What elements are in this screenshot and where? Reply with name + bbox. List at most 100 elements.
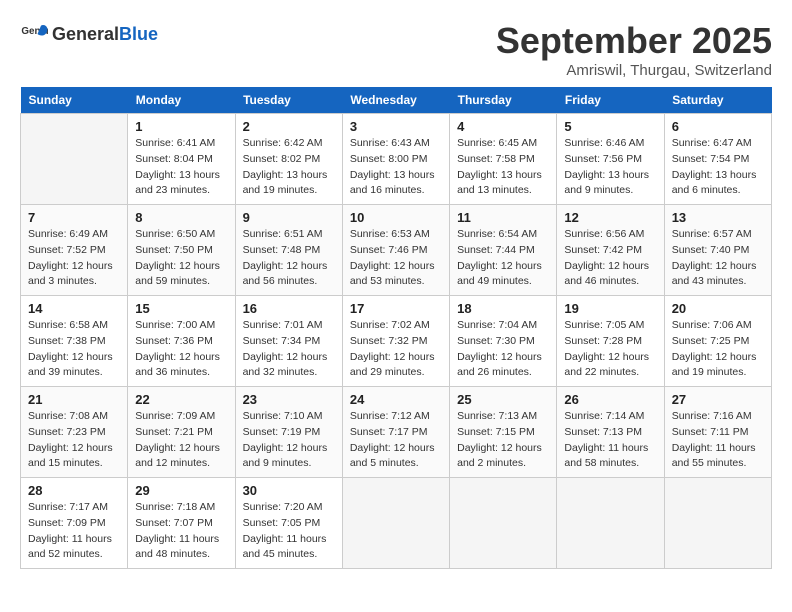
day-number: 6	[672, 119, 764, 134]
calendar-cell: 22 Sunrise: 7:09 AMSunset: 7:21 PMDayligh…	[128, 387, 235, 478]
day-number: 27	[672, 392, 764, 407]
day-info: Sunrise: 6:42 AMSunset: 8:02 PMDaylight:…	[243, 136, 335, 199]
day-number: 11	[457, 210, 549, 225]
calendar-cell: 4 Sunrise: 6:45 AMSunset: 7:58 PMDaylight…	[450, 114, 557, 205]
day-number: 18	[457, 301, 549, 316]
calendar-cell: 26Sunrise: 7:14 AMSunset: 7:13 PMDayligh…	[557, 387, 664, 478]
calendar-cell: 8 Sunrise: 6:50 AMSunset: 7:50 PMDaylight…	[128, 205, 235, 296]
calendar-table: SundayMondayTuesdayWednesdayThursdayFrid…	[20, 87, 772, 569]
calendar-cell: 5 Sunrise: 6:46 AMSunset: 7:56 PMDaylight…	[557, 114, 664, 205]
header-row: SundayMondayTuesdayWednesdayThursdayFrid…	[21, 87, 772, 114]
day-info: Sunrise: 6:46 AMSunset: 7:56 PMDaylight:…	[564, 136, 656, 199]
day-info: Sunrise: 6:56 AMSunset: 7:42 PMDaylight:…	[564, 227, 656, 290]
day-number: 28	[28, 483, 120, 498]
calendar-cell: 17 Sunrise: 7:02 AMSunset: 7:32 PMDayligh…	[342, 296, 449, 387]
calendar-cell: 27 Sunrise: 7:16 AMSunset: 7:11 PMDayligh…	[664, 387, 771, 478]
calendar-cell: 28 Sunrise: 7:17 AMSunset: 7:09 PMDayligh…	[21, 478, 128, 569]
calendar-cell	[664, 478, 771, 569]
day-of-week-tuesday: Tuesday	[235, 87, 342, 114]
day-info: Sunrise: 7:12 AMSunset: 7:17 PMDaylight:…	[350, 409, 442, 472]
calendar-cell: 20 Sunrise: 7:06 AMSunset: 7:25 PMDayligh…	[664, 296, 771, 387]
calendar-cell: 21 Sunrise: 7:08 AMSunset: 7:23 PMDayligh…	[21, 387, 128, 478]
calendar-cell: 12 Sunrise: 6:56 AMSunset: 7:42 PMDayligh…	[557, 205, 664, 296]
day-of-week-saturday: Saturday	[664, 87, 771, 114]
day-number: 3	[350, 119, 442, 134]
day-info: Sunrise: 6:47 AMSunset: 7:54 PMDaylight:…	[672, 136, 764, 199]
day-info: Sunrise: 7:08 AMSunset: 7:23 PMDaylight:…	[28, 409, 120, 472]
day-info: Sunrise: 6:45 AMSunset: 7:58 PMDaylight:…	[457, 136, 549, 199]
day-info: Sunrise: 7:16 AMSunset: 7:11 PMDaylight:…	[672, 409, 764, 472]
day-of-week-friday: Friday	[557, 87, 664, 114]
calendar-cell: 10 Sunrise: 6:53 AMSunset: 7:46 PMDayligh…	[342, 205, 449, 296]
day-number: 10	[350, 210, 442, 225]
day-info: Sunrise: 6:58 AMSunset: 7:38 PMDaylight:…	[28, 318, 120, 381]
calendar-cell: 19Sunrise: 7:05 AMSunset: 7:28 PMDayligh…	[557, 296, 664, 387]
day-number: 1	[135, 119, 227, 134]
day-of-week-sunday: Sunday	[21, 87, 128, 114]
day-info: Sunrise: 6:49 AMSunset: 7:52 PMDaylight:…	[28, 227, 120, 290]
title-section: September 2025 Amriswil, Thurgau, Switze…	[496, 20, 772, 79]
logo: General General Blue	[20, 20, 158, 48]
logo-general: General	[52, 24, 119, 45]
day-number: 23	[243, 392, 335, 407]
calendar-cell: 15 Sunrise: 7:00 AMSunset: 7:36 PMDayligh…	[128, 296, 235, 387]
calendar-cell: 13Sunrise: 6:57 AMSunset: 7:40 PMDayligh…	[664, 205, 771, 296]
week-row-1: 7 Sunrise: 6:49 AMSunset: 7:52 PMDaylight…	[21, 205, 772, 296]
day-number: 9	[243, 210, 335, 225]
day-info: Sunrise: 7:02 AMSunset: 7:32 PMDaylight:…	[350, 318, 442, 381]
day-number: 19	[564, 301, 656, 316]
day-info: Sunrise: 7:00 AMSunset: 7:36 PMDaylight:…	[135, 318, 227, 381]
day-number: 24	[350, 392, 442, 407]
day-info: Sunrise: 7:09 AMSunset: 7:21 PMDaylight:…	[135, 409, 227, 472]
month-year: September 2025	[496, 20, 772, 62]
calendar-cell: 30 Sunrise: 7:20 AMSunset: 7:05 PMDayligh…	[235, 478, 342, 569]
calendar-cell: 1 Sunrise: 6:41 AMSunset: 8:04 PMDaylight…	[128, 114, 235, 205]
calendar-cell: 7 Sunrise: 6:49 AMSunset: 7:52 PMDaylight…	[21, 205, 128, 296]
day-number: 8	[135, 210, 227, 225]
day-number: 13	[672, 210, 764, 225]
day-info: Sunrise: 7:04 AMSunset: 7:30 PMDaylight:…	[457, 318, 549, 381]
day-number: 26	[564, 392, 656, 407]
day-of-week-wednesday: Wednesday	[342, 87, 449, 114]
day-info: Sunrise: 7:13 AMSunset: 7:15 PMDaylight:…	[457, 409, 549, 472]
day-info: Sunrise: 6:50 AMSunset: 7:50 PMDaylight:…	[135, 227, 227, 290]
calendar-cell: 25 Sunrise: 7:13 AMSunset: 7:15 PMDayligh…	[450, 387, 557, 478]
day-number: 25	[457, 392, 549, 407]
day-number: 30	[243, 483, 335, 498]
calendar-cell: 16Sunrise: 7:01 AMSunset: 7:34 PMDayligh…	[235, 296, 342, 387]
day-info: Sunrise: 6:53 AMSunset: 7:46 PMDaylight:…	[350, 227, 442, 290]
day-info: Sunrise: 7:17 AMSunset: 7:09 PMDaylight:…	[28, 500, 120, 563]
day-info: Sunrise: 6:51 AMSunset: 7:48 PMDaylight:…	[243, 227, 335, 290]
calendar-cell	[342, 478, 449, 569]
calendar-cell: 3 Sunrise: 6:43 AMSunset: 8:00 PMDaylight…	[342, 114, 449, 205]
day-number: 20	[672, 301, 764, 316]
day-number: 15	[135, 301, 227, 316]
day-number: 7	[28, 210, 120, 225]
logo-icon: General	[20, 20, 48, 48]
calendar-cell	[450, 478, 557, 569]
day-number: 14	[28, 301, 120, 316]
day-info: Sunrise: 6:41 AMSunset: 8:04 PMDaylight:…	[135, 136, 227, 199]
day-info: Sunrise: 6:43 AMSunset: 8:00 PMDaylight:…	[350, 136, 442, 199]
day-info: Sunrise: 7:18 AMSunset: 7:07 PMDaylight:…	[135, 500, 227, 563]
day-number: 2	[243, 119, 335, 134]
day-number: 4	[457, 119, 549, 134]
week-row-2: 14 Sunrise: 6:58 AMSunset: 7:38 PMDayligh…	[21, 296, 772, 387]
day-number: 12	[564, 210, 656, 225]
calendar-cell: 6 Sunrise: 6:47 AMSunset: 7:54 PMDaylight…	[664, 114, 771, 205]
day-number: 17	[350, 301, 442, 316]
day-info: Sunrise: 7:20 AMSunset: 7:05 PMDaylight:…	[243, 500, 335, 563]
day-info: Sunrise: 7:06 AMSunset: 7:25 PMDaylight:…	[672, 318, 764, 381]
day-of-week-monday: Monday	[128, 87, 235, 114]
calendar-cell	[21, 114, 128, 205]
week-row-4: 28 Sunrise: 7:17 AMSunset: 7:09 PMDayligh…	[21, 478, 772, 569]
calendar-cell: 23Sunrise: 7:10 AMSunset: 7:19 PMDayligh…	[235, 387, 342, 478]
day-of-week-thursday: Thursday	[450, 87, 557, 114]
calendar-cell: 14 Sunrise: 6:58 AMSunset: 7:38 PMDayligh…	[21, 296, 128, 387]
day-number: 5	[564, 119, 656, 134]
calendar-cell: 9 Sunrise: 6:51 AMSunset: 7:48 PMDaylight…	[235, 205, 342, 296]
logo-blue: Blue	[119, 24, 158, 45]
calendar-cell: 18 Sunrise: 7:04 AMSunset: 7:30 PMDayligh…	[450, 296, 557, 387]
day-number: 21	[28, 392, 120, 407]
day-number: 22	[135, 392, 227, 407]
